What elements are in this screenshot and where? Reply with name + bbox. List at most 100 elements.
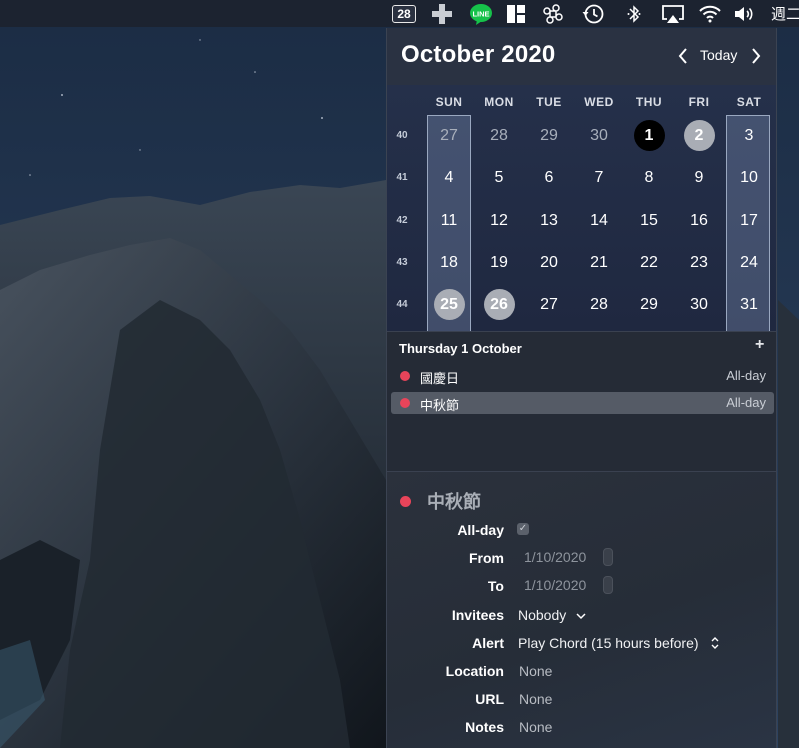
holiday-day-number: 26 [483,289,515,320]
day-cell[interactable]: 21 [574,246,624,280]
invitees-label: Invitees [451,607,504,623]
to-date-field[interactable]: 1/10/2020 [524,577,586,593]
month-grid: SUN MON TUE WED THU FRI SAT 40 27 28 29 … [387,85,776,331]
today-day-number: 1 [633,120,665,151]
location-label: Location [445,663,504,679]
menu-bar: 28 LINE 週二 [0,0,799,27]
day-cell-holiday[interactable]: 2 [674,119,724,153]
weekday-header: THU [635,95,663,109]
day-cell-holiday[interactable]: 25 [424,288,474,322]
calendar-header: October 2020 Today [387,28,776,85]
day-cell[interactable]: 23 [674,246,724,280]
to-date-stepper[interactable] [603,576,613,594]
calendar-menu-extra[interactable]: 28 [387,0,421,27]
day-cell[interactable]: 11 [424,204,474,238]
add-event-button[interactable]: + [755,336,764,354]
notes-label: Notes [465,719,504,735]
day-cell[interactable]: 6 [524,161,574,195]
day-cell[interactable]: 19 [474,246,524,280]
airplay-icon[interactable] [655,0,691,27]
event-name: 國慶日 [420,371,460,386]
day-cell[interactable]: 28 [474,119,524,153]
event-time: All-day [726,395,766,410]
from-date-stepper[interactable] [603,548,613,566]
day-cell[interactable]: 12 [474,204,524,238]
plus-app-icon[interactable] [421,0,463,27]
time-machine-icon[interactable] [573,0,613,27]
allday-checkbox[interactable]: ✓ [517,523,529,535]
holiday-day-number: 25 [433,289,465,320]
weekday-header: SUN [435,95,463,109]
location-field[interactable]: None [519,663,552,679]
wifi-icon[interactable] [691,0,729,27]
weekday-header: SAT [736,95,762,109]
day-cell[interactable]: 27 [424,119,474,153]
weekday-header: WED [584,95,614,109]
day-cell[interactable]: 24 [724,246,774,280]
day-cell-holiday[interactable]: 26 [474,288,524,322]
day-cell[interactable]: 13 [524,204,574,238]
day-cell[interactable]: 8 [624,161,674,195]
window-layout-icon[interactable] [499,0,533,27]
day-cell[interactable]: 18 [424,246,474,280]
url-label: URL [475,691,504,707]
day-cell[interactable]: 30 [574,119,624,153]
date-badge: 28 [392,5,416,23]
checkmark-icon: ✓ [518,523,528,534]
today-button[interactable]: Today [700,47,737,63]
day-cell[interactable]: 27 [524,288,574,322]
event-row-selected[interactable]: 中秋節 All-day [391,392,774,414]
url-field[interactable]: None [519,691,552,707]
previous-month-icon[interactable] [676,46,690,66]
day-cell[interactable]: 10 [724,161,774,195]
calendar-color-dot [400,371,410,381]
volume-icon[interactable] [729,0,761,27]
calendar-color-dot [400,496,411,507]
from-date-field[interactable]: 1/10/2020 [524,549,586,565]
day-cell[interactable]: 17 [724,204,774,238]
alert-popup[interactable]: Play Chord (15 hours before) [518,635,720,651]
clock-text: 週二 [771,6,799,23]
command-key-icon[interactable] [533,0,573,27]
day-cell[interactable]: 28 [574,288,624,322]
invitees-value: Nobody [518,607,567,623]
weekday-header: FRI [688,95,710,109]
week-number: 41 [396,172,408,183]
to-label: To [487,578,504,594]
next-month-icon[interactable] [749,46,763,66]
day-cell[interactable]: 15 [624,204,674,238]
clock-menu-extra[interactable]: 週二 [761,0,799,27]
day-cell[interactable]: 29 [624,288,674,322]
day-cell[interactable]: 16 [674,204,724,238]
invitees-popup[interactable]: Nobody [518,607,586,623]
events-list: Thursday 1 October + 國慶日 All-day 中秋節 All… [387,331,776,472]
month-title: October 2020 [401,41,556,68]
day-cell[interactable]: 5 [474,161,524,195]
chevron-down-icon [576,613,586,620]
calendar-color-dot [400,398,410,408]
day-cell[interactable]: 4 [424,161,474,195]
day-cell[interactable]: 14 [574,204,624,238]
day-cell[interactable]: 20 [524,246,574,280]
week-number: 42 [396,215,408,226]
day-cell[interactable]: 9 [674,161,724,195]
event-time: All-day [726,368,766,383]
alert-value: Play Chord (15 hours before) [518,635,699,651]
line-app-icon[interactable]: LINE [463,0,499,27]
from-label: From [469,550,504,566]
event-row[interactable]: 國慶日 All-day [391,365,774,387]
day-cell[interactable]: 30 [674,288,724,322]
event-details: 中秋節 All-day ✓ From 1/10/2020 To 1/10/202… [387,471,776,748]
day-cell[interactable]: 7 [574,161,624,195]
day-cell-today[interactable]: 1 [624,119,674,153]
week-number: 43 [396,257,408,268]
day-cell[interactable]: 29 [524,119,574,153]
day-cell[interactable]: 22 [624,246,674,280]
day-cell[interactable]: 3 [724,119,774,153]
calendar-popover: October 2020 Today SUN MON TUE WED THU F… [386,28,777,748]
selected-date-title: Thursday 1 October [399,341,522,356]
bluetooth-icon[interactable] [613,0,655,27]
day-cell[interactable]: 31 [724,288,774,322]
event-title-field[interactable]: 中秋節 [427,488,481,514]
notes-field[interactable]: None [519,719,552,735]
